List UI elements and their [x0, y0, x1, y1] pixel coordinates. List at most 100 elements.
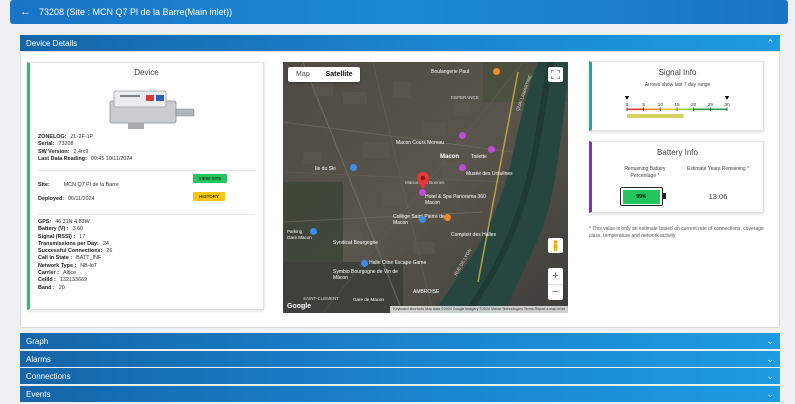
map-label: SAINT-CLEMENT	[303, 296, 340, 301]
band-value: 20	[58, 284, 65, 291]
site-map[interactable]: Map Satellite Boulangerie Paul ESPERANCE…	[283, 62, 568, 313]
events-label: Events	[26, 389, 51, 399]
map-label: Comptoir des Halles	[451, 232, 497, 238]
connections-label: Connections	[26, 371, 71, 381]
chevron-down-icon[interactable]: ⌄	[766, 370, 774, 382]
signal-info-title: Signal Info	[658, 68, 697, 77]
chevron-down-icon[interactable]: ⌄	[766, 353, 774, 365]
signal-tick-label: 0	[626, 102, 629, 108]
chevron-down-icon[interactable]: ⌄	[766, 388, 774, 400]
pegman-icon	[553, 240, 558, 251]
battery-label: Battery (V) :	[38, 226, 69, 233]
battery-percentage: 99%	[636, 193, 647, 200]
signal-info-card: Signal Info Arrows show last 7 day range…	[589, 61, 764, 131]
street-view-button[interactable]	[548, 238, 563, 253]
map-label: Syndicat Bourgogne	[333, 240, 379, 246]
map-label: Halle Cline Escape Game	[369, 260, 427, 266]
chevron-up-icon[interactable]: ⌃	[766, 37, 774, 49]
signal-gauge: 0 5 10 15 20 25 30	[624, 96, 730, 118]
range-arrow	[624, 96, 630, 100]
satellite-tab[interactable]: Satellite	[318, 67, 361, 82]
signal-tick-mark	[659, 107, 661, 111]
map-label: Hotel & Spa Panorama 360 Macon	[425, 194, 486, 206]
map-label: Boulangerie Paul	[431, 69, 470, 75]
zoom-in-button[interactable]: +	[548, 268, 563, 284]
view-site-button[interactable]: VIEW SITE	[193, 174, 227, 183]
poi-marker[interactable]	[488, 146, 495, 153]
fullscreen-button[interactable]	[548, 67, 563, 82]
alarms-header[interactable]: Alarms ⌄	[20, 351, 780, 367]
graph-header[interactable]: Graph ⌄	[20, 333, 780, 349]
poi-marker[interactable]	[444, 214, 451, 221]
divider	[38, 170, 255, 171]
device-card-title: Device	[134, 68, 159, 77]
device-info-block: ZONELOG: ZL-2F-1P Serial: 73208 SW Version…	[38, 134, 132, 163]
poi-marker[interactable]	[459, 164, 466, 171]
signal-tick-mark	[626, 107, 628, 111]
signal-tick-label: 20	[691, 102, 697, 108]
signal-tick-label: 15	[674, 102, 680, 108]
signal-tick-mark	[709, 107, 711, 111]
gps-value: 46.31N 4.83W	[55, 219, 90, 225]
remaining-battery-label: Remaining Battery Percentage *	[624, 166, 666, 179]
location-pin-icon[interactable]	[417, 172, 429, 189]
poi-marker[interactable]	[350, 164, 357, 171]
battery-info-title: Battery Info	[657, 148, 698, 157]
map-type-toggle: Map Satellite	[288, 67, 361, 82]
device-details-panel: Device ZONELOG: ZL-2F-1P Serial: 73208 SW …	[20, 51, 780, 328]
poi-marker[interactable]	[361, 260, 368, 267]
poi-marker[interactable]	[419, 216, 426, 223]
events-header[interactable]: Events ⌄	[20, 386, 780, 402]
connections-value: 26	[106, 248, 113, 255]
map-label: ESPERANCE	[451, 95, 479, 100]
map-label: Ile du Ski	[315, 166, 336, 172]
carrier-label: Carrier :	[38, 270, 59, 277]
signal-tick-label: 30	[724, 102, 730, 108]
poi-marker[interactable]	[419, 189, 426, 196]
map-attribution[interactable]: Keyboard shortcuts Map data ©2024 Google…	[390, 306, 568, 313]
signal-tick-label: 10	[658, 102, 664, 108]
map-label: Symbio Bourgogne de Vin de Mâcon	[333, 269, 398, 281]
battery-icon: 99%	[620, 187, 666, 206]
battery-value: 3.60	[72, 226, 84, 233]
signal-scale-segment	[660, 108, 677, 111]
map-label: Gare de Macon	[353, 297, 385, 302]
serial-label: Serial:	[38, 141, 55, 148]
years-remaining-value: 13.06	[708, 192, 728, 201]
poi-marker[interactable]	[310, 228, 317, 235]
signal-level-bar	[627, 114, 684, 118]
chevron-down-icon[interactable]: ⌄	[766, 335, 774, 347]
device-image	[109, 90, 195, 129]
map-label: Musée des Ursulines	[466, 171, 513, 177]
carrier-value: Altice	[62, 270, 77, 277]
device-card: Device ZONELOG: ZL-2F-1P Serial: 73208 SW …	[27, 62, 264, 310]
map-label: Macon Cours Moreau	[396, 140, 445, 146]
site-value: MCN Q7 Pl de la Barre	[63, 182, 119, 188]
back-arrow-icon[interactable]: ←	[20, 6, 31, 18]
battery-fill: 99%	[622, 189, 661, 204]
zoom-out-button[interactable]: −	[548, 284, 563, 300]
deployed-label: Deployed:	[38, 196, 65, 202]
signal-tick-mark	[693, 107, 695, 111]
map-tab[interactable]: Map	[288, 67, 318, 82]
cellid-label: CellId :	[38, 277, 56, 284]
callin-label: Call In State :	[38, 255, 73, 262]
estimate-note: * This value is only an estimate based o…	[589, 226, 764, 239]
graph-label: Graph	[26, 336, 49, 346]
history-button[interactable]: HISTORY	[193, 192, 225, 201]
page-header: ← 73208 (Site : MCN Q7 Pl de la Barre(Ma…	[10, 0, 788, 24]
connections-header[interactable]: Connections ⌄	[20, 368, 780, 384]
signal-label: Signal (RSSI) :	[38, 233, 76, 240]
device-details-header[interactable]: Device Details ⌃	[20, 35, 780, 51]
zoom-control: + −	[548, 268, 563, 300]
connections-label: Successful Connections:	[38, 248, 103, 255]
zonelog-label: ZONELOG:	[38, 134, 67, 140]
band-label: Band :	[38, 284, 55, 291]
signal-value: 17	[79, 233, 86, 240]
poi-marker[interactable]	[493, 68, 500, 75]
signal-scale-segment	[677, 108, 694, 111]
poi-marker[interactable]	[459, 132, 466, 139]
battery-info-card: Battery Info Remaining Battery Percentag…	[589, 141, 764, 213]
signal-scale-segment	[627, 108, 644, 111]
signal-tick-mark	[726, 107, 728, 111]
